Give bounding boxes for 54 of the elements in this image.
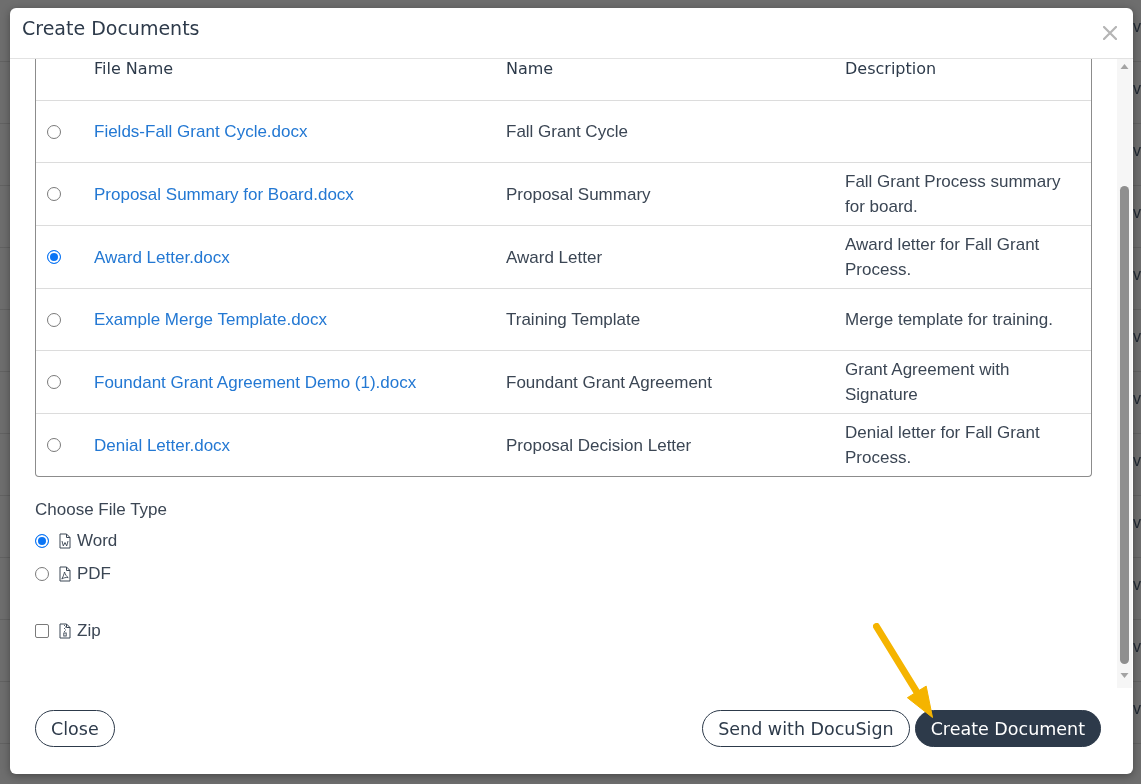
file-type-radio[interactable] [35,534,49,548]
name-cell-text: Proposal Decision Letter [506,434,692,457]
file-type-radio[interactable] [35,567,49,581]
option-label: PDF [77,564,111,584]
name-cell-text: Training Template [506,309,641,331]
description-cell-text: Merge template for training. [845,309,1053,331]
row-radio[interactable] [47,438,61,452]
row-radio[interactable] [47,124,61,139]
row-radio[interactable] [47,187,61,201]
zip-file-icon [59,623,71,639]
background-text: v [1133,637,1141,657]
background-text: v [1133,79,1141,99]
background-text: v [1133,575,1141,595]
file-link[interactable]: Example Merge Template.docx [94,307,328,332]
name-cell-text: Proposal Summary [506,183,651,206]
outline-button[interactable]: Send with DocuSign [702,710,910,747]
section-label: Choose File Type [35,500,167,520]
name-cell-text: Foundant Grant Agreement [506,371,713,394]
word-file-icon [59,533,71,549]
outline-button[interactable]: Close [35,710,115,747]
background-text: v [1133,699,1141,719]
description-cell-text: Denial letter for Fall Grant Process. [845,422,1041,469]
background-text: v [1133,141,1141,161]
description-cell-text: Award letter for Fall Grant Process. [845,234,1041,281]
description-cell-text: Fall Grant Process summary for board. [845,171,1062,218]
background-text: v [1133,451,1141,471]
column-header: Name [505,59,554,79]
option-label: Zip [77,621,101,641]
file-link[interactable]: Proposal Summary for Board.docx [94,181,354,207]
row-radio[interactable] [47,250,61,264]
file-link[interactable]: Foundant Grant Agreement Demo (1).docx [94,369,417,395]
background-text: v [1133,327,1141,347]
option-label: Word [77,531,118,551]
background-text: v [1133,17,1141,37]
dialog-title: Create Documents [22,16,200,40]
pdf-file-icon [59,566,71,582]
column-header: Description [844,59,937,79]
file-link[interactable]: Fields-Fall Grant Cycle.docx [94,119,308,144]
file-link[interactable]: Denial Letter.docx [94,432,231,458]
background-text: v [1133,513,1141,533]
description-cell-text: Grant Agreement with Signature [845,359,1011,406]
row-radio[interactable] [47,375,61,389]
name-cell-text: Award Letter [506,246,603,269]
scrollbar[interactable] [1117,59,1132,688]
background-text: v [1133,389,1141,409]
column-header: File Name [93,59,174,79]
name-cell-text: Fall Grant Cycle [506,121,628,143]
close-icon[interactable] [1103,26,1117,40]
row-radio[interactable] [47,312,61,327]
create-document-button[interactable]: Create Document [914,710,1101,747]
background-text: v [1133,265,1141,285]
background-text: v [1133,203,1141,223]
file-link[interactable]: Award Letter.docx [94,244,230,270]
zip-checkbox[interactable] [35,624,49,638]
